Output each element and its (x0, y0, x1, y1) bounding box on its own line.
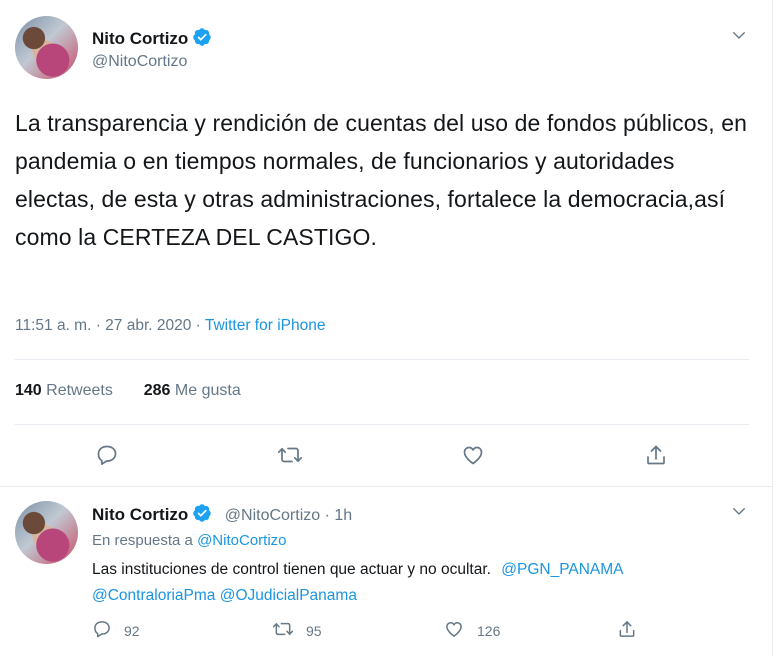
like-count: 126 (477, 622, 501, 639)
reply-context: En respuesta a @NitoCortizo (92, 532, 287, 549)
tweet-meta: 11:51 a. m. · 27 abr. 2020 · Twitter for… (15, 317, 325, 335)
chevron-down-icon[interactable] (730, 26, 748, 49)
likes-stat[interactable]: 286 Me gusta (144, 382, 241, 399)
retweet-action[interactable]: 95 (272, 619, 322, 642)
tweet-timestamp[interactable]: 11:51 a. m. · 27 abr. 2020 · (15, 317, 205, 334)
retweets-count: 140 (15, 382, 42, 399)
tweet-text: La transparencia y rendición de cuentas … (15, 110, 747, 250)
likes-count: 286 (143, 382, 171, 399)
reply-to-mention[interactable]: @NitoCortizo (197, 532, 286, 549)
reply-count: 92 (124, 622, 140, 639)
reply-icon[interactable] (94, 442, 120, 468)
retweet-icon (272, 619, 294, 642)
retweets-stat[interactable]: 140 Retweets (15, 382, 113, 399)
tweet-stats: 140 Retweets 286 Me gusta (15, 382, 241, 400)
like-icon[interactable] (460, 442, 486, 468)
like-icon (443, 619, 465, 642)
reply-age[interactable]: · 1h (320, 507, 353, 524)
retweets-label: Retweets (41, 382, 113, 399)
author-header: Nito Cortizo (92, 27, 212, 52)
mention-pgn[interactable]: @PGN_PANAMA (501, 561, 623, 578)
divider (15, 424, 749, 425)
reply-icon (92, 619, 112, 642)
reply-header: Nito Cortizo @NitoCortizo · 1h (92, 503, 352, 528)
author-name[interactable]: Nito Cortizo (92, 29, 188, 48)
retweet-icon[interactable] (277, 442, 303, 468)
verified-badge-icon (192, 503, 212, 528)
separator (0, 486, 772, 487)
retweet-count: 95 (306, 622, 322, 639)
likes-label: Me gusta (170, 382, 241, 399)
share-icon[interactable] (643, 442, 669, 468)
like-action[interactable]: 126 (443, 619, 500, 642)
verified-badge-icon (192, 27, 212, 52)
tweet-source-link[interactable]: Twitter for iPhone (205, 317, 326, 334)
share-icon (617, 619, 637, 642)
divider (15, 359, 749, 360)
reply-to-label: En respuesta a (92, 532, 198, 549)
reply-author-name[interactable]: Nito Cortizo (92, 505, 188, 524)
reply-text: Las instituciones de control tienen que … (92, 557, 762, 609)
avatar[interactable] (15, 16, 78, 79)
reply-author-handle[interactable]: @NitoCortizo (225, 507, 320, 524)
reply-action[interactable]: 92 (92, 619, 140, 642)
chevron-down-icon[interactable] (730, 502, 748, 525)
tweet-thread: Nito Cortizo @NitoCortizo La transparenc… (0, 0, 773, 656)
author-handle[interactable]: @NitoCortizo (92, 53, 187, 71)
mention-contraloria[interactable]: @ContraloriaPma (92, 587, 215, 604)
share-action[interactable] (617, 619, 637, 642)
reply-avatar[interactable] (15, 501, 78, 564)
mention-ojudicial[interactable]: @OJudicialPanama (220, 587, 357, 604)
reply-text-body: Las instituciones de control tienen que … (92, 561, 496, 578)
